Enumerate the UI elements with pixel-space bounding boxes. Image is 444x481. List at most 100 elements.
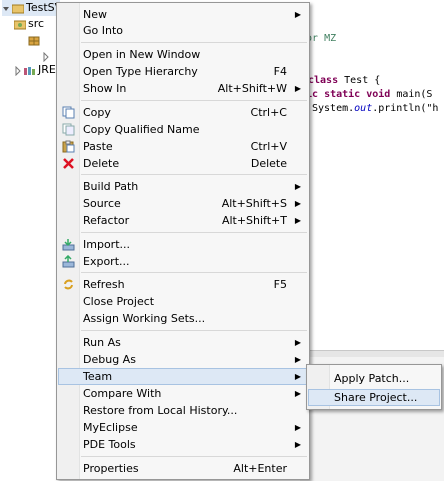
menu-item-label: Import... [83,238,130,251]
menu-item-label: Assign Working Sets... [83,312,206,325]
menu-item-shortcut: F5 [273,278,287,291]
tree-jre-label: JRE [38,63,56,76]
menu-item-label: Debug As [83,353,136,366]
menu-separator [81,42,307,43]
menu-item-properties[interactable]: Properties Alt+Enter [59,460,307,477]
menu-separator [81,174,307,175]
menu-item-pde-tools[interactable]: PDE Tools ▶ [59,436,307,453]
menu-item-copy[interactable]: Copy Ctrl+C [59,104,307,121]
menu-item-label: Show In [83,82,127,95]
menu-item-shortcut: Alt+Enter [233,462,287,475]
menu-item-label: Open in New Window [83,48,201,61]
collapse-icon[interactable] [2,3,10,13]
menu-separator [81,272,307,273]
package-explorer: TestSV src JRE [0,0,62,480]
menu-item-shortcut: Ctrl+C [250,106,287,119]
menu-separator [81,232,307,233]
menu-item-label: Properties [83,462,139,475]
menu-item-shortcut: F4 [273,65,287,78]
menu-item-label: Source [83,197,121,210]
code-println: System.out.println("h [312,103,439,114]
menu-item-label: Compare With [83,387,162,400]
library-icon [24,65,36,75]
menu-item-label: Refactor [83,214,130,227]
menu-item-open-in-new-window[interactable]: Open in New Window [59,46,307,63]
panel-tab-strip [300,351,444,357]
tree-item-package[interactable] [28,32,42,48]
menu-item-label: PDE Tools [83,438,136,451]
menu-item-close-project[interactable]: Close Project [59,293,307,310]
submenu-arrow-icon: ▶ [294,372,301,381]
menu-item-label: Restore from Local History... [83,404,238,417]
menu-item-label: Copy [83,106,111,119]
tree-item-jre[interactable]: JRE [14,62,56,78]
menu-item-shortcut: Delete [250,157,287,170]
menu-item-new[interactable]: New ▶ [59,6,307,23]
menu-item-shortcut: Ctrl+V [250,140,287,153]
submenu-arrow-icon: ▶ [294,199,301,208]
menu-item-run-as[interactable]: Run As ▶ [59,334,307,351]
menu-separator [81,456,307,457]
code-main-decl: lic static void main(S [300,89,433,100]
expand-icon[interactable] [42,51,50,63]
menu-item-copy-qualified-name[interactable]: Copy Qualified Name [59,121,307,138]
menu-item-delete[interactable]: Delete Delete [59,155,307,172]
submenu-arrow-icon: ▶ [294,440,301,449]
menu-item-refresh[interactable]: Refresh F5 [59,276,307,293]
submenu-arrow-icon: ▶ [294,389,301,398]
menu-item-paste[interactable]: Paste Ctrl+V [59,138,307,155]
package-icon [28,35,40,46]
submenu-arrow-icon: ▶ [294,10,301,19]
submenu-arrow-icon: ▶ [294,355,301,364]
code-class-decl: class Test { [308,75,381,86]
submenu-item-apply-patch[interactable]: Apply Patch... [309,370,439,387]
menu-item-label: New [83,8,107,21]
menu-item-compare-with[interactable]: Compare With ▶ [59,385,307,402]
menu-item-source[interactable]: Source Alt+Shift+S ▶ [59,195,307,212]
menu-item-label: Run As [83,336,121,349]
menu-item-label: Copy Qualified Name [83,123,200,136]
menu-item-show-in[interactable]: Show In Alt+Shift+W ▶ [59,80,307,97]
code-editor[interactable]: nor MZ class Test { lic static void main… [300,0,444,350]
menu-item-label: Close Project [83,295,155,308]
menu-item-refactor[interactable]: Refactor Alt+Shift+T ▶ [59,212,307,229]
menu-item-debug-as[interactable]: Debug As ▶ [59,351,307,368]
menu-item-build-path[interactable]: Build Path ▶ [59,178,307,195]
menu-item-restore-from-local-history[interactable]: Restore from Local History... [59,402,307,419]
menu-item-team[interactable]: Team ▶ [58,368,308,385]
copy-qualified-icon [62,123,75,136]
submenu-arrow-icon: ▶ [294,182,301,191]
menu-item-go-into[interactable]: Go Into [59,22,307,39]
menu-item-label: Open Type Hierarchy [83,65,198,78]
menu-item-label: Refresh [83,278,125,291]
expand-icon[interactable] [14,65,22,77]
submenu-arrow-icon: ▶ [294,338,301,347]
menu-item-label: Team [83,370,113,383]
submenu-item-label: Apply Patch... [334,372,410,385]
menu-item-label: Build Path [83,180,139,193]
copy-icon [62,106,75,119]
refresh-icon [62,278,75,291]
submenu-item-share-project[interactable]: Share Project... [308,389,440,406]
project-icon [11,3,25,14]
delete-icon [62,157,75,170]
export-icon [62,254,75,268]
submenu-arrow-icon: ▶ [294,84,301,93]
menu-item-label: Delete [83,157,120,170]
menu-item-label: Export... [83,255,130,268]
import-icon [62,238,75,251]
team-submenu: Apply Patch... Share Project... [306,364,442,410]
tree-item-project[interactable]: TestSV [2,0,62,16]
submenu-arrow-icon: ▶ [294,423,301,432]
tree-item-src[interactable]: src [13,16,44,32]
menu-item-export[interactable]: Export... [59,253,307,270]
menu-separator [81,330,307,331]
menu-item-open-type-hierarchy[interactable]: Open Type Hierarchy F4 [59,63,307,80]
context-menu: New ▶ Go Into Open in New Window Open Type H… [56,2,310,480]
menu-item-label: Paste [83,140,113,153]
menu-item-myeclipse[interactable]: MyEclipse ▶ [59,419,307,436]
paste-icon [62,140,75,153]
menu-item-assign-working-sets[interactable]: Assign Working Sets... [59,310,307,327]
menu-item-import[interactable]: Import... [59,236,307,253]
menu-item-label: Go Into [83,24,124,37]
